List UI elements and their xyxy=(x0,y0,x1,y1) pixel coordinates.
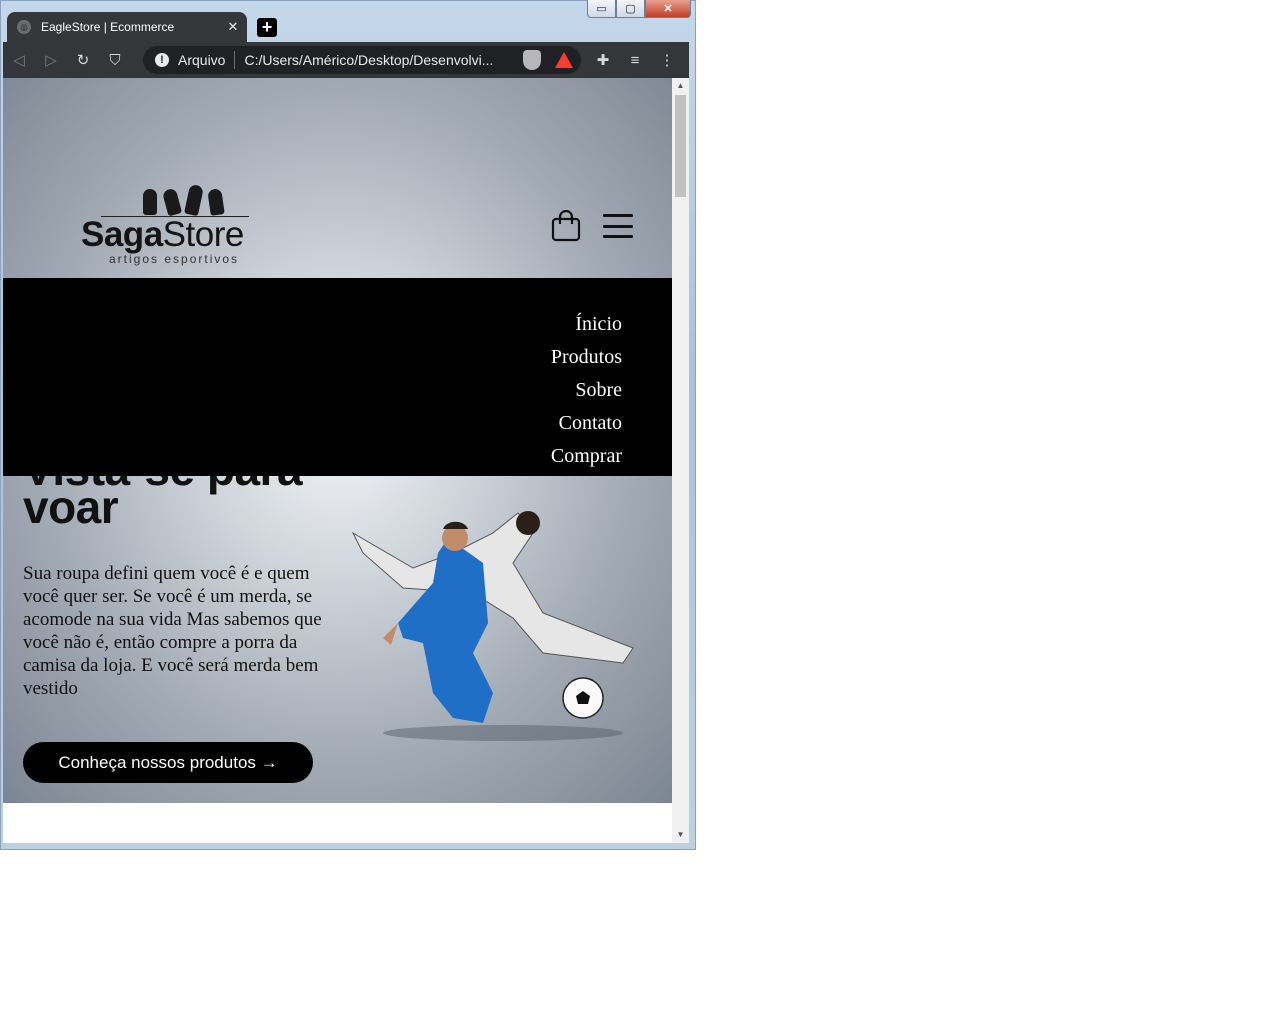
globe-icon: ◍ xyxy=(17,20,31,34)
scheme-label: Arquivo xyxy=(178,52,226,68)
page-viewport: SagaStore artigos esportivos Vista-se pa… xyxy=(3,78,672,843)
media-control-icon[interactable]: ≡ xyxy=(619,44,651,76)
products-cta-button[interactable]: Conheça nossos produtos → xyxy=(23,742,313,783)
browser-toolbar: ◁ ▷ ↻ ⛉ ! Arquivo C:/Users/Américo/Deskt… xyxy=(3,42,689,78)
nav-item-sobre[interactable]: Sobre xyxy=(551,374,622,407)
back-icon[interactable]: ◁ xyxy=(3,44,35,76)
sagastore-logo[interactable]: SagaStore artigos esportivos xyxy=(81,183,251,265)
hero-text: Sua roupa defini quem você é e quem você… xyxy=(23,563,322,699)
new-tab-button[interactable]: + xyxy=(257,18,277,37)
menu-icon[interactable] xyxy=(603,214,633,238)
scrollbar-thumb[interactable] xyxy=(675,95,686,197)
athletes-silhouette-icon xyxy=(143,183,251,217)
address-bar[interactable]: ! Arquivo C:/Users/Américo/Desktop/Desen… xyxy=(143,46,581,74)
brave-shield-icon[interactable] xyxy=(523,50,541,70)
reload-icon[interactable]: ↻ xyxy=(67,44,99,76)
logo-word-light: Store xyxy=(162,215,245,254)
tab-close-icon[interactable]: ✕ xyxy=(225,19,241,35)
browser-window: ▭ ▢ ✕ ◍ EagleStore | Ecommerce ✕ + ◁ ▷ ↻… xyxy=(0,0,696,850)
players-image xyxy=(351,511,634,741)
nav-overlay-menu: Ínicio Produtos Sobre Contato Comprar xyxy=(3,278,672,476)
tab-title: EagleStore | Ecommerce xyxy=(41,20,175,34)
info-icon[interactable]: ! xyxy=(155,53,169,67)
brave-rewards-icon[interactable] xyxy=(555,52,573,68)
scroll-up-arrow-icon[interactable]: ▲ xyxy=(672,78,689,94)
logo-word-bold: Saga xyxy=(81,215,163,254)
logo-tagline: artigos esportivos xyxy=(109,252,240,266)
url-text[interactable]: C:/Users/Américo/Desktop/Desenvolvi... xyxy=(244,52,494,68)
browser-menu-icon[interactable]: ⋮ xyxy=(651,44,683,76)
nav-item-comprar[interactable]: Comprar xyxy=(551,440,622,473)
scroll-down-arrow-icon[interactable]: ▼ xyxy=(672,827,689,843)
page-scrollbar[interactable]: ▲ ▼ xyxy=(672,78,689,843)
nav-item-produtos[interactable]: Produtos xyxy=(551,341,622,374)
bookmark-icon[interactable]: ⛉ xyxy=(99,44,131,76)
forward-icon[interactable]: ▷ xyxy=(35,44,67,76)
nav-item-inicio[interactable]: Ínicio xyxy=(551,308,622,341)
extensions-icon[interactable]: ✚ xyxy=(587,44,619,76)
tab-eaglestore[interactable]: ◍ EagleStore | Ecommerce ✕ xyxy=(7,12,247,42)
nav-item-contato[interactable]: Contato xyxy=(551,407,622,440)
omnibox-divider xyxy=(234,51,236,69)
tab-strip: ◍ EagleStore | Ecommerce ✕ + xyxy=(7,12,689,42)
cart-icon[interactable] xyxy=(551,210,581,242)
